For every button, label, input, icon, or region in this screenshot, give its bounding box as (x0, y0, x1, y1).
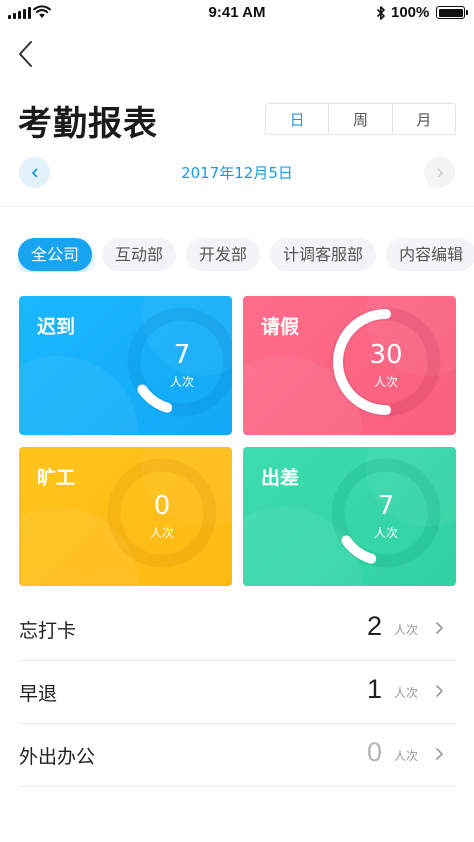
chevron-left-icon (19, 41, 32, 67)
row-unit: 人次 (393, 686, 418, 700)
chip-development[interactable]: 开发部 (186, 238, 261, 271)
status-bar: 9:41 AM 100% (0, 0, 474, 26)
card-unit: 人次 (373, 375, 398, 389)
chip-interactive[interactable]: 互动部 (102, 238, 177, 271)
chevron-right-icon (436, 748, 443, 760)
back-button[interactable] (12, 36, 42, 72)
row-label: 外出办公 (19, 746, 96, 768)
chevron-right-icon (437, 168, 443, 177)
stat-card-absent[interactable]: 旷工 0 人次 (19, 447, 232, 586)
row-count: 0 (366, 737, 382, 767)
card-count: 7 (173, 340, 191, 370)
card-count: 7 (377, 491, 395, 521)
stat-card-late[interactable]: 迟到 7 人次 (19, 296, 232, 435)
segment-day[interactable]: 日 (266, 104, 328, 134)
row-count: 1 (366, 674, 382, 704)
card-title: 迟到 (37, 316, 76, 338)
segment-month[interactable]: 月 (391, 104, 455, 134)
department-filter: 全公司 互动部 开发部 计调客服部 内容编辑 (18, 238, 474, 272)
card-title: 请假 (261, 316, 300, 338)
chevron-right-icon (436, 685, 443, 697)
battery-percent: 100% (391, 4, 430, 21)
divider (0, 206, 474, 207)
list-item-forgot-clock-in[interactable]: 忘打卡 2 人次 (18, 598, 456, 661)
list-item-out-of-office[interactable]: 外出办公 0 人次 (18, 724, 456, 787)
row-unit: 人次 (393, 623, 418, 637)
row-unit: 人次 (393, 749, 418, 763)
list-item-leave-early[interactable]: 早退 1 人次 (18, 661, 456, 724)
period-segmented-control: 日 周 月 (265, 103, 456, 135)
page-title: 考勤报表 (18, 104, 158, 144)
stat-card-business-trip[interactable]: 出差 7 人次 (243, 447, 456, 586)
row-label: 忘打卡 (19, 620, 77, 642)
attendance-list: 忘打卡 2 人次 早退 1 人次 外出办公 0 人次 (18, 598, 456, 787)
bluetooth-icon (376, 6, 385, 20)
card-unit: 人次 (373, 526, 398, 540)
row-count: 2 (366, 611, 382, 641)
segment-week[interactable]: 周 (328, 104, 391, 134)
chevron-right-icon (436, 622, 443, 634)
card-unit: 人次 (149, 526, 174, 540)
row-label: 早退 (19, 683, 58, 705)
next-date-button[interactable] (424, 157, 455, 188)
card-count: 0 (153, 491, 171, 521)
card-unit: 人次 (169, 375, 194, 389)
chip-customer-service[interactable]: 计调客服部 (270, 238, 377, 271)
battery-icon (436, 6, 468, 19)
card-title: 旷工 (37, 467, 76, 489)
current-date: 2017年12月5日 (181, 164, 293, 182)
chip-all-company[interactable]: 全公司 (18, 238, 93, 271)
stat-card-leave[interactable]: 请假 30 人次 (243, 296, 456, 435)
card-title: 出差 (261, 467, 300, 489)
card-count: 30 (369, 340, 403, 370)
chip-content-editing[interactable]: 内容编辑 (386, 238, 474, 271)
